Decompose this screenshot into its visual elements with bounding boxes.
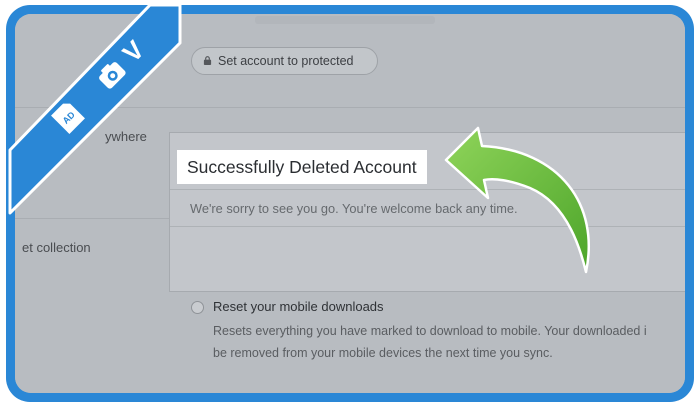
reset-downloads-description: Resets everything you have marked to dow…	[213, 320, 683, 364]
modal-title-highlight: Successfully Deleted Account	[177, 150, 427, 184]
row-divider	[15, 107, 685, 108]
settings-page: Set account to protected ywhere et colle…	[15, 14, 685, 393]
modal-divider	[170, 226, 685, 227]
set-protected-label: Set account to protected	[218, 54, 354, 68]
modal-divider	[170, 189, 685, 190]
set-protected-button[interactable]: Set account to protected	[191, 47, 378, 75]
row-label-collection: et collection	[22, 240, 91, 255]
screenshot-frame: Set account to protected ywhere et colle…	[6, 5, 694, 402]
faded-heading	[255, 16, 435, 24]
reset-desc-line-2: be removed from your mobile devices the …	[213, 346, 553, 360]
lock-icon	[203, 56, 212, 65]
row-label-anywhere: ywhere	[105, 129, 147, 144]
reset-downloads-title: Reset your mobile downloads	[213, 299, 384, 314]
reset-downloads-radio[interactable]	[191, 301, 204, 314]
modal-message: We're sorry to see you go. You're welcom…	[190, 201, 518, 216]
modal-title: Successfully Deleted Account	[187, 157, 417, 177]
reset-desc-line-1: Resets everything you have marked to dow…	[213, 324, 647, 338]
screenshot-content: Set account to protected ywhere et colle…	[15, 14, 685, 393]
deleted-account-modal: Successfully Deleted Account We're sorry…	[169, 132, 685, 292]
